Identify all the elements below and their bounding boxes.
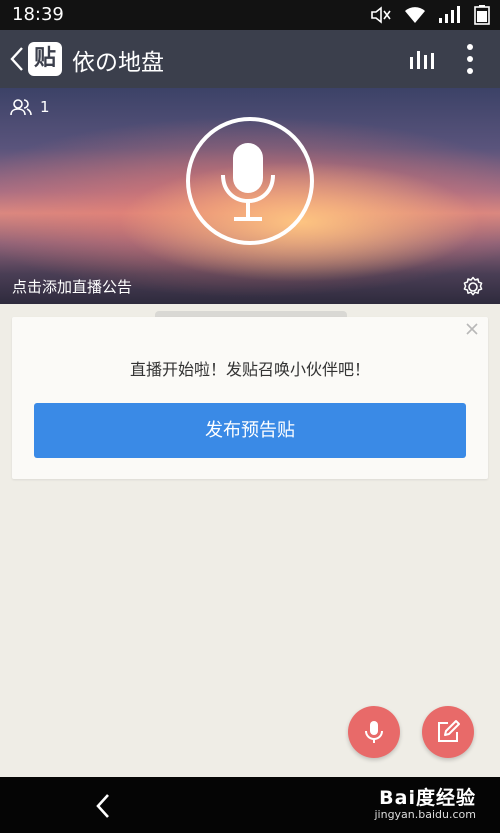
publish-preview-post-button[interactable]: 发布预告贴 bbox=[34, 403, 466, 458]
signal-icon bbox=[439, 6, 460, 23]
signal-bars-icon[interactable] bbox=[408, 47, 436, 71]
close-icon[interactable] bbox=[464, 321, 480, 337]
prompt-message: 直播开始啦！发贴召唤小伙伴吧！ bbox=[129, 360, 370, 379]
live-hero: 1 点击添加直播公告 bbox=[0, 88, 500, 304]
watermark-main: Bai度经验 bbox=[379, 787, 476, 809]
microphone-icon bbox=[221, 143, 275, 221]
add-announcement-link[interactable]: 点击添加直播公告 bbox=[12, 276, 132, 297]
status-bar: 18:39 bbox=[0, 0, 500, 30]
edit-icon bbox=[438, 720, 460, 742]
status-time: 18:39 bbox=[12, 4, 64, 25]
wifi-icon bbox=[405, 7, 425, 23]
microphone-button[interactable] bbox=[186, 117, 314, 245]
volume-muted-icon bbox=[371, 6, 391, 24]
listener-count-value: 1 bbox=[40, 98, 50, 116]
tieba-logo: 贴 bbox=[28, 42, 62, 76]
users-icon bbox=[10, 99, 32, 116]
settings-gear-icon[interactable] bbox=[462, 276, 484, 298]
battery-icon bbox=[474, 5, 490, 25]
voice-fab-button[interactable] bbox=[348, 706, 400, 758]
more-vertical-icon[interactable] bbox=[460, 42, 480, 76]
system-nav-bar: Bai度经验 jingyan.baidu.com bbox=[0, 777, 500, 833]
watermark-sub: jingyan.baidu.com bbox=[374, 808, 476, 821]
back-icon[interactable] bbox=[92, 791, 114, 821]
app-bar: 贴 依の地盘 bbox=[0, 30, 500, 88]
status-icons bbox=[370, 5, 490, 25]
back-icon[interactable] bbox=[6, 44, 28, 74]
microphone-icon bbox=[365, 721, 383, 743]
prompt-card: 直播开始啦！发贴召唤小伙伴吧！ 发布预告贴 bbox=[12, 317, 488, 479]
page-title: 依の地盘 bbox=[72, 50, 164, 76]
listener-count: 1 bbox=[10, 98, 50, 116]
compose-fab-button[interactable] bbox=[422, 706, 474, 758]
watermark: Bai度经验 jingyan.baidu.com bbox=[374, 783, 476, 821]
